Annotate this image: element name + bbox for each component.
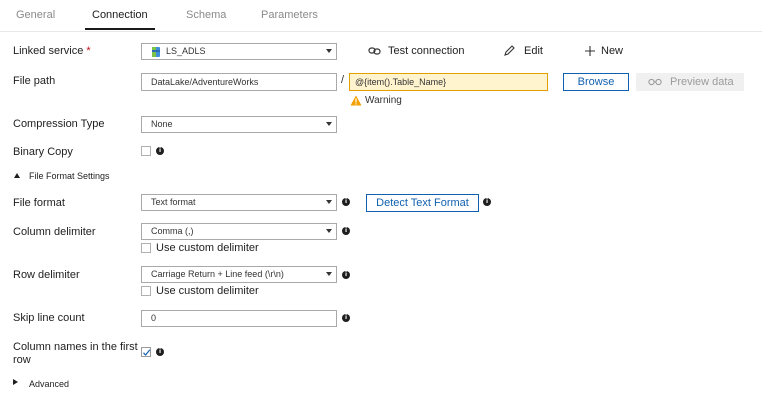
linked-service-value: LS_ADLS [166, 46, 206, 56]
info-icon[interactable]: i [156, 348, 164, 356]
info-icon[interactable]: i [156, 147, 164, 155]
info-icon[interactable]: i [483, 198, 491, 206]
column-names-label-line2: row [13, 354, 31, 366]
detect-text-format-button[interactable]: Detect Text Format [366, 194, 479, 212]
linked-service-label: Linked service * [13, 45, 91, 57]
compression-type-select[interactable]: None [141, 116, 337, 133]
row-custom-delimiter-label: Use custom delimiter [156, 285, 259, 297]
edit-button[interactable]: Edit [503, 44, 543, 58]
collapse-triangle-icon[interactable] [14, 173, 20, 178]
plus-icon [585, 46, 595, 56]
binary-copy-checkbox[interactable] [141, 146, 151, 156]
skip-line-count-value: 0 [151, 313, 157, 323]
test-connection-button[interactable]: Test connection [368, 44, 464, 58]
skip-line-count-input[interactable]: 0 [141, 310, 337, 327]
file-format-label: File format [13, 197, 65, 209]
row-delimiter-select[interactable]: Carriage Return + Line feed (\r\n) [141, 266, 337, 283]
tab-schema[interactable]: Schema [186, 9, 226, 21]
glasses-icon [648, 78, 662, 86]
warning-label: Warning [365, 95, 402, 106]
tab-divider [0, 31, 762, 32]
detect-text-format-label: Detect Text Format [376, 197, 469, 209]
chevron-down-icon [326, 200, 332, 204]
browse-button[interactable]: Browse [563, 73, 629, 91]
file-format-settings-header[interactable]: File Format Settings [29, 171, 110, 181]
row-custom-delimiter-checkbox[interactable] [141, 286, 151, 296]
edit-label: Edit [524, 45, 543, 57]
column-names-first-row-label: Column names in the first row [13, 341, 138, 367]
required-mark: * [86, 45, 91, 57]
binary-copy-label: Binary Copy [13, 146, 73, 158]
advanced-section-header[interactable]: Advanced [29, 379, 69, 389]
preview-data-button[interactable]: Preview data [636, 73, 744, 91]
adls-storage-icon [152, 47, 160, 57]
column-names-first-row-checkbox[interactable] [141, 347, 151, 357]
info-icon[interactable]: i [342, 271, 350, 279]
column-delimiter-value: Comma (,) [151, 226, 194, 236]
tab-parameters[interactable]: Parameters [261, 9, 318, 21]
link-icon [368, 47, 381, 55]
tab-connection[interactable]: Connection [92, 9, 148, 21]
info-icon[interactable]: i [342, 314, 350, 322]
column-delimiter-select[interactable]: Comma (,) [141, 223, 337, 240]
warning-icon [350, 95, 362, 106]
linked-service-select[interactable]: LS_ADLS [141, 43, 337, 60]
file-format-value: Text format [151, 197, 196, 207]
chevron-down-icon [326, 49, 332, 53]
browse-label: Browse [577, 76, 615, 88]
checkmark-icon [143, 349, 151, 356]
file-path-file-value: @{item().Table_Name} [355, 77, 447, 87]
file-path-folder-input[interactable]: DataLake/AdventureWorks [141, 73, 337, 91]
preview-data-label: Preview data [670, 76, 734, 88]
new-button[interactable]: New [584, 44, 623, 58]
column-names-label-line1: Column names in the first [13, 341, 138, 353]
pencil-icon [504, 45, 515, 56]
chevron-down-icon [326, 229, 332, 233]
new-label: New [601, 45, 624, 57]
column-custom-delimiter-checkbox[interactable] [141, 243, 151, 253]
row-delimiter-value: Carriage Return + Line feed (\r\n) [151, 269, 284, 279]
active-tab-indicator [85, 28, 155, 30]
skip-line-count-label: Skip line count [13, 312, 85, 324]
column-delimiter-label: Column delimiter [13, 226, 96, 238]
compression-type-value: None [151, 119, 173, 129]
file-path-label: File path [13, 75, 56, 87]
path-separator: / [341, 74, 345, 86]
test-connection-label: Test connection [388, 45, 465, 57]
compression-type-label: Compression Type [13, 118, 105, 130]
chevron-down-icon [326, 122, 332, 126]
row-delimiter-label: Row delimiter [13, 269, 80, 281]
file-path-file-input[interactable]: @{item().Table_Name} [349, 73, 548, 91]
info-icon[interactable]: i [342, 198, 350, 206]
chevron-down-icon [326, 272, 332, 276]
file-path-folder-value: DataLake/AdventureWorks [151, 77, 259, 87]
file-format-select[interactable]: Text format [141, 194, 337, 211]
info-icon[interactable]: i [342, 227, 350, 235]
tab-general[interactable]: General [16, 9, 55, 21]
column-custom-delimiter-label: Use custom delimiter [156, 242, 259, 254]
expand-triangle-icon[interactable] [13, 379, 18, 385]
